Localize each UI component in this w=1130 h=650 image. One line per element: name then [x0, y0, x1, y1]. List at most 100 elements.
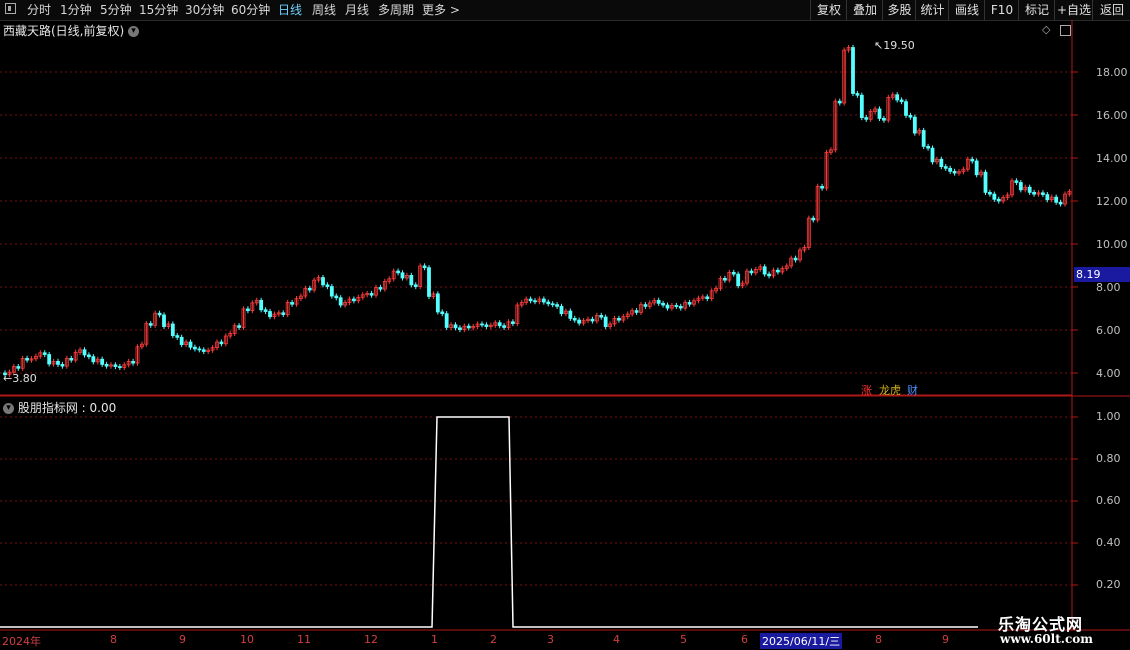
- candle-body: [877, 108, 882, 119]
- ind-y-tick: 0.20: [1096, 578, 1121, 591]
- candle-body: [497, 322, 502, 327]
- candle-body: [665, 304, 670, 309]
- candle-body: [550, 303, 555, 306]
- candle-body: [912, 116, 917, 134]
- candle-body: [193, 346, 197, 350]
- y-tick: 12.00: [1096, 195, 1128, 208]
- candle-body: [466, 325, 471, 329]
- x-label: 12: [364, 633, 378, 646]
- candle-body: [219, 341, 224, 345]
- candle-body: [974, 160, 979, 176]
- candle-body: [820, 185, 824, 189]
- candle-body: [948, 167, 953, 172]
- y-tick: 14.00: [1096, 152, 1128, 165]
- candle-body: [811, 217, 816, 221]
- candle-body: [723, 277, 727, 281]
- candle-body: [16, 366, 21, 369]
- candle-body: [793, 257, 798, 261]
- candle-body: [577, 319, 582, 324]
- x-label: 6: [741, 633, 748, 646]
- candle-body: [926, 145, 930, 149]
- candle-body: [246, 308, 250, 312]
- x-label: 9: [942, 633, 949, 646]
- x-label: 8: [110, 633, 117, 646]
- candle-body: [188, 341, 193, 348]
- y-tick: 8.00: [1096, 281, 1121, 294]
- candle-body: [559, 305, 564, 315]
- candle-body: [104, 363, 109, 367]
- candle-body: [444, 313, 449, 328]
- candle-body: [678, 305, 683, 309]
- candle-body: [1014, 180, 1019, 183]
- candle-body: [162, 314, 166, 327]
- candle-body: [555, 304, 559, 307]
- candle-body: [895, 94, 900, 101]
- candle-body: [776, 269, 780, 273]
- candle-body: [988, 191, 992, 195]
- candle-body: [82, 349, 87, 356]
- candle-body: [983, 171, 988, 193]
- candle-body: [511, 321, 515, 324]
- candle-body: [1045, 194, 1050, 201]
- candle-body: [1032, 191, 1036, 195]
- candle-body: [1027, 186, 1032, 193]
- x-label: 2: [490, 633, 497, 646]
- candle-body: [197, 348, 202, 351]
- y-tick: 10.00: [1096, 238, 1128, 251]
- x-label: 11: [297, 633, 311, 646]
- candle-body: [617, 317, 621, 321]
- candle-body: [674, 305, 679, 307]
- chart-canvas: [0, 20, 1130, 631]
- y-tick: 6.00: [1096, 324, 1121, 337]
- candle-body: [859, 94, 864, 118]
- candle-body: [400, 272, 405, 279]
- candle-body: [60, 363, 65, 367]
- candle-body: [749, 270, 754, 274]
- y-tick: 4.00: [1096, 367, 1121, 380]
- tag-zhang[interactable]: 涨: [861, 382, 872, 398]
- candle-body: [378, 287, 383, 290]
- candle-body: [762, 266, 767, 275]
- candle-body: [731, 271, 736, 275]
- candle-body: [440, 311, 445, 315]
- candle-body: [325, 284, 330, 287]
- x-label-cursor-date: 2025/06/11/三: [760, 633, 843, 649]
- candle-body: [736, 273, 741, 287]
- candle-body: [237, 325, 241, 328]
- x-label: 2024年: [2, 635, 41, 648]
- candle-body: [179, 336, 184, 346]
- tag-cai[interactable]: 财: [907, 382, 918, 398]
- candle-body: [634, 310, 639, 313]
- candle-body: [117, 366, 122, 368]
- y-tick: 18.00: [1096, 66, 1128, 79]
- candle-body: [56, 360, 60, 365]
- candle-body: [422, 265, 427, 269]
- candle-body: [157, 312, 162, 316]
- candle-body: [908, 115, 913, 118]
- candle-body: [413, 284, 418, 287]
- current-price-tag: 8.19: [1074, 267, 1130, 282]
- chevron-down-icon[interactable]: ▾: [3, 403, 14, 414]
- candle-body: [91, 356, 96, 363]
- candle-body: [131, 360, 135, 364]
- candle-body: [939, 158, 944, 167]
- candle-body: [458, 327, 462, 330]
- candle-body: [930, 147, 935, 163]
- candle-body: [528, 298, 533, 302]
- candle-body: [334, 295, 339, 299]
- candle-body: [25, 357, 29, 361]
- candle-body: [546, 301, 551, 305]
- candle-body: [643, 304, 648, 307]
- candle-body: [321, 277, 325, 286]
- candle-body: [992, 193, 997, 200]
- candle-body: [590, 318, 595, 322]
- candle-body: [435, 293, 440, 313]
- candle-body: [921, 130, 926, 147]
- candle-body: [837, 100, 842, 104]
- candle-body: [87, 354, 91, 358]
- indicator-title[interactable]: ▾ 股朋指标网 : 0.00: [3, 399, 116, 416]
- candle-body: [113, 364, 118, 367]
- ind-y-tick: 0.40: [1096, 536, 1121, 549]
- tag-longhu[interactable]: 龙虎: [879, 382, 901, 398]
- candle-body: [943, 166, 948, 169]
